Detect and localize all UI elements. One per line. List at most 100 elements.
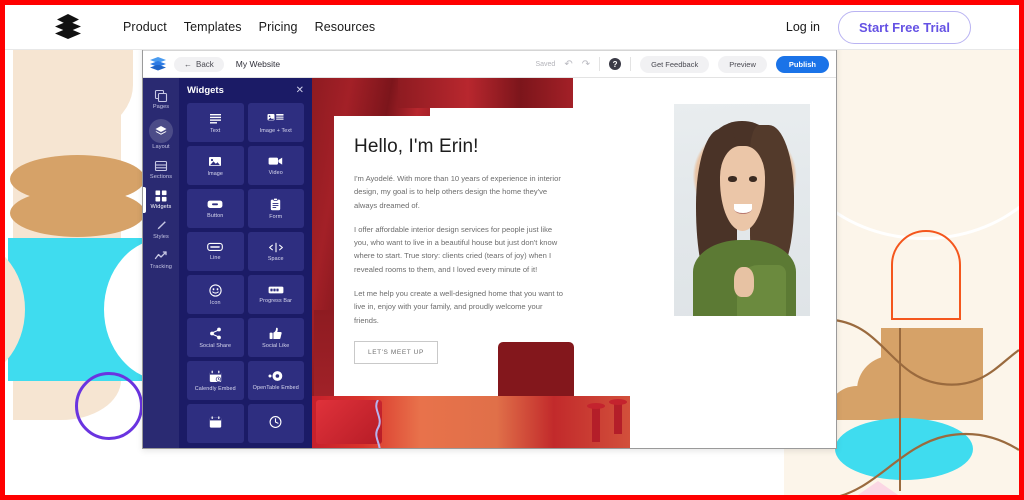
widget-text[interactable]: Text (187, 103, 244, 142)
widgets-panel-title: Widgets (187, 85, 224, 96)
deco-brown-wave-lower (839, 432, 1019, 495)
editor-body: Pages Layout Sections Widgets Styles Tra… (143, 78, 836, 448)
editor-toolbar-right: Saved ↶ ↷ ? Get Feedback Preview Publish (535, 55, 829, 73)
canvas-paragraph-2[interactable]: I offer affordable interior design servi… (354, 223, 566, 276)
canvas-paragraph-3[interactable]: Let me help you create a well-designed h… (354, 287, 566, 327)
page-root: Product Templates Pricing Resources Log … (0, 0, 1024, 500)
widget-space[interactable]: Space (247, 232, 304, 271)
calendar-icon (209, 416, 222, 428)
nav-link-product[interactable]: Product (123, 20, 167, 34)
arrow-left-icon: ← (184, 59, 192, 69)
clipboard-form-icon (270, 197, 281, 211)
calendar-clock-icon (209, 370, 222, 383)
canvas-stool-right (609, 399, 627, 434)
widget-icon[interactable]: Icon (187, 275, 244, 314)
sidebar-item-pages[interactable]: Pages (143, 84, 179, 114)
canvas-paragraph-1[interactable]: I'm Ayodelé. With more than 10 years of … (354, 172, 566, 212)
widget-opentable-embed[interactable]: OpenTable Embed (247, 361, 304, 400)
deco-purple-circle-outline (75, 372, 143, 440)
sections-icon (154, 159, 168, 173)
sidebar-label-sections: Sections (149, 174, 173, 180)
nav-link-templates[interactable]: Templates (184, 20, 242, 34)
photo-smile (733, 203, 752, 215)
sidebar-label-tracking: Tracking (149, 264, 173, 270)
sidebar-item-styles[interactable]: Styles (143, 214, 179, 244)
login-link[interactable]: Log in (786, 20, 820, 34)
smiley-icon (209, 283, 222, 297)
lets-meet-up-button[interactable]: LET'S MEET UP (354, 340, 438, 364)
widget-label: Image + Text (259, 127, 292, 134)
widgets-grid-icon (154, 189, 168, 203)
nav-link-pricing[interactable]: Pricing (259, 20, 298, 34)
widget-form[interactable]: Form (247, 189, 304, 228)
portrait-of-smiling-woman-in-green-top (674, 104, 810, 316)
nav-link-resources[interactable]: Resources (315, 20, 376, 34)
canvas-heading[interactable]: Hello, I'm Erin! (354, 136, 566, 158)
sidebar-item-sections[interactable]: Sections (143, 154, 179, 184)
logo-layer-bottom (55, 28, 81, 39)
toolbar-divider-2 (630, 57, 632, 71)
widget-video[interactable]: Video (247, 146, 304, 185)
widget-label: Icon (209, 299, 221, 306)
widget-label: Social Like (262, 342, 290, 349)
get-feedback-button[interactable]: Get Feedback (640, 55, 710, 73)
deco-orange-arch-outline (891, 230, 961, 320)
layout-layers-icon (154, 124, 168, 138)
layers-stack-icon[interactable] (53, 12, 83, 42)
close-icon[interactable]: ✕ (296, 85, 304, 96)
layers-stack-blue-icon[interactable] (150, 57, 166, 71)
button-icon (207, 199, 223, 210)
space-arrows-icon (268, 242, 284, 253)
widget-label: Calendly Embed (194, 385, 236, 392)
widget-image[interactable]: Image (187, 146, 244, 185)
browser-window: ← Back My Website Saved ↶ ↷ ? Get Feedba… (142, 29, 837, 449)
widget-button[interactable]: Button (187, 189, 244, 228)
redo-icon[interactable]: ↷ (582, 59, 590, 70)
undo-icon[interactable]: ↶ (564, 59, 572, 70)
widget-calendly-embed[interactable]: Calendly Embed (187, 361, 244, 400)
thumbs-up-icon (269, 327, 282, 340)
publish-button[interactable]: Publish (775, 55, 829, 73)
saved-status-label: Saved (535, 60, 556, 68)
photo-eye-right (748, 176, 757, 182)
editor-left-rail: Pages Layout Sections Widgets Styles Tra… (143, 78, 179, 448)
widget-label: Space (267, 255, 284, 262)
sidebar-label-layout: Layout (152, 144, 170, 150)
editor-canvas[interactable]: Hello, I'm Erin! I'm Ayodelé. With more … (312, 78, 836, 448)
help-question-icon[interactable]: ? (609, 58, 622, 70)
sidebar-label-widgets: Widgets (150, 204, 172, 210)
canvas-purple-squiggle (375, 400, 381, 448)
share-icon (209, 327, 222, 340)
widget-line[interactable]: Line (187, 232, 244, 271)
site-title[interactable]: My Website (236, 59, 280, 69)
back-button[interactable]: ← Back (174, 56, 224, 72)
widget-social-share[interactable]: Social Share (187, 318, 244, 357)
canvas-portrait-frame[interactable] (666, 96, 818, 324)
sidebar-item-layout[interactable]: Layout (143, 114, 179, 154)
photo-eye-left (728, 176, 737, 182)
widgets-panel: Widgets ✕ Text Image + Text Image Video … (179, 78, 312, 448)
top-navigation-bar: Product Templates Pricing Resources Log … (5, 5, 1019, 50)
widget-social-like[interactable]: Social Like (247, 318, 304, 357)
widgets-panel-header: Widgets ✕ (187, 85, 304, 96)
widget-image-text[interactable]: Image + Text (247, 103, 304, 142)
start-free-trial-button[interactable]: Start Free Trial (837, 10, 971, 44)
toolbar-divider (599, 57, 601, 71)
sidebar-label-styles: Styles (153, 234, 169, 240)
line-icon (207, 242, 224, 252)
opentable-dot-icon (268, 370, 283, 382)
sidebar-item-tracking[interactable]: Tracking (143, 244, 179, 274)
preview-button[interactable]: Preview (718, 55, 767, 73)
primary-nav-links: Product Templates Pricing Resources (123, 20, 375, 34)
widget-label: Progress Bar (259, 298, 293, 304)
brush-icon (154, 219, 168, 233)
analytics-icon (154, 249, 168, 263)
widget-calendar-partial[interactable] (187, 404, 244, 443)
video-camera-icon (268, 155, 283, 167)
photo-hand (733, 267, 755, 297)
widget-progress-bar[interactable]: Progress Bar (247, 275, 304, 314)
layout-highlight-circle (149, 119, 173, 143)
widget-clock-partial[interactable] (247, 404, 304, 443)
sidebar-item-widgets[interactable]: Widgets (143, 184, 179, 214)
widget-label: Text (210, 127, 221, 134)
